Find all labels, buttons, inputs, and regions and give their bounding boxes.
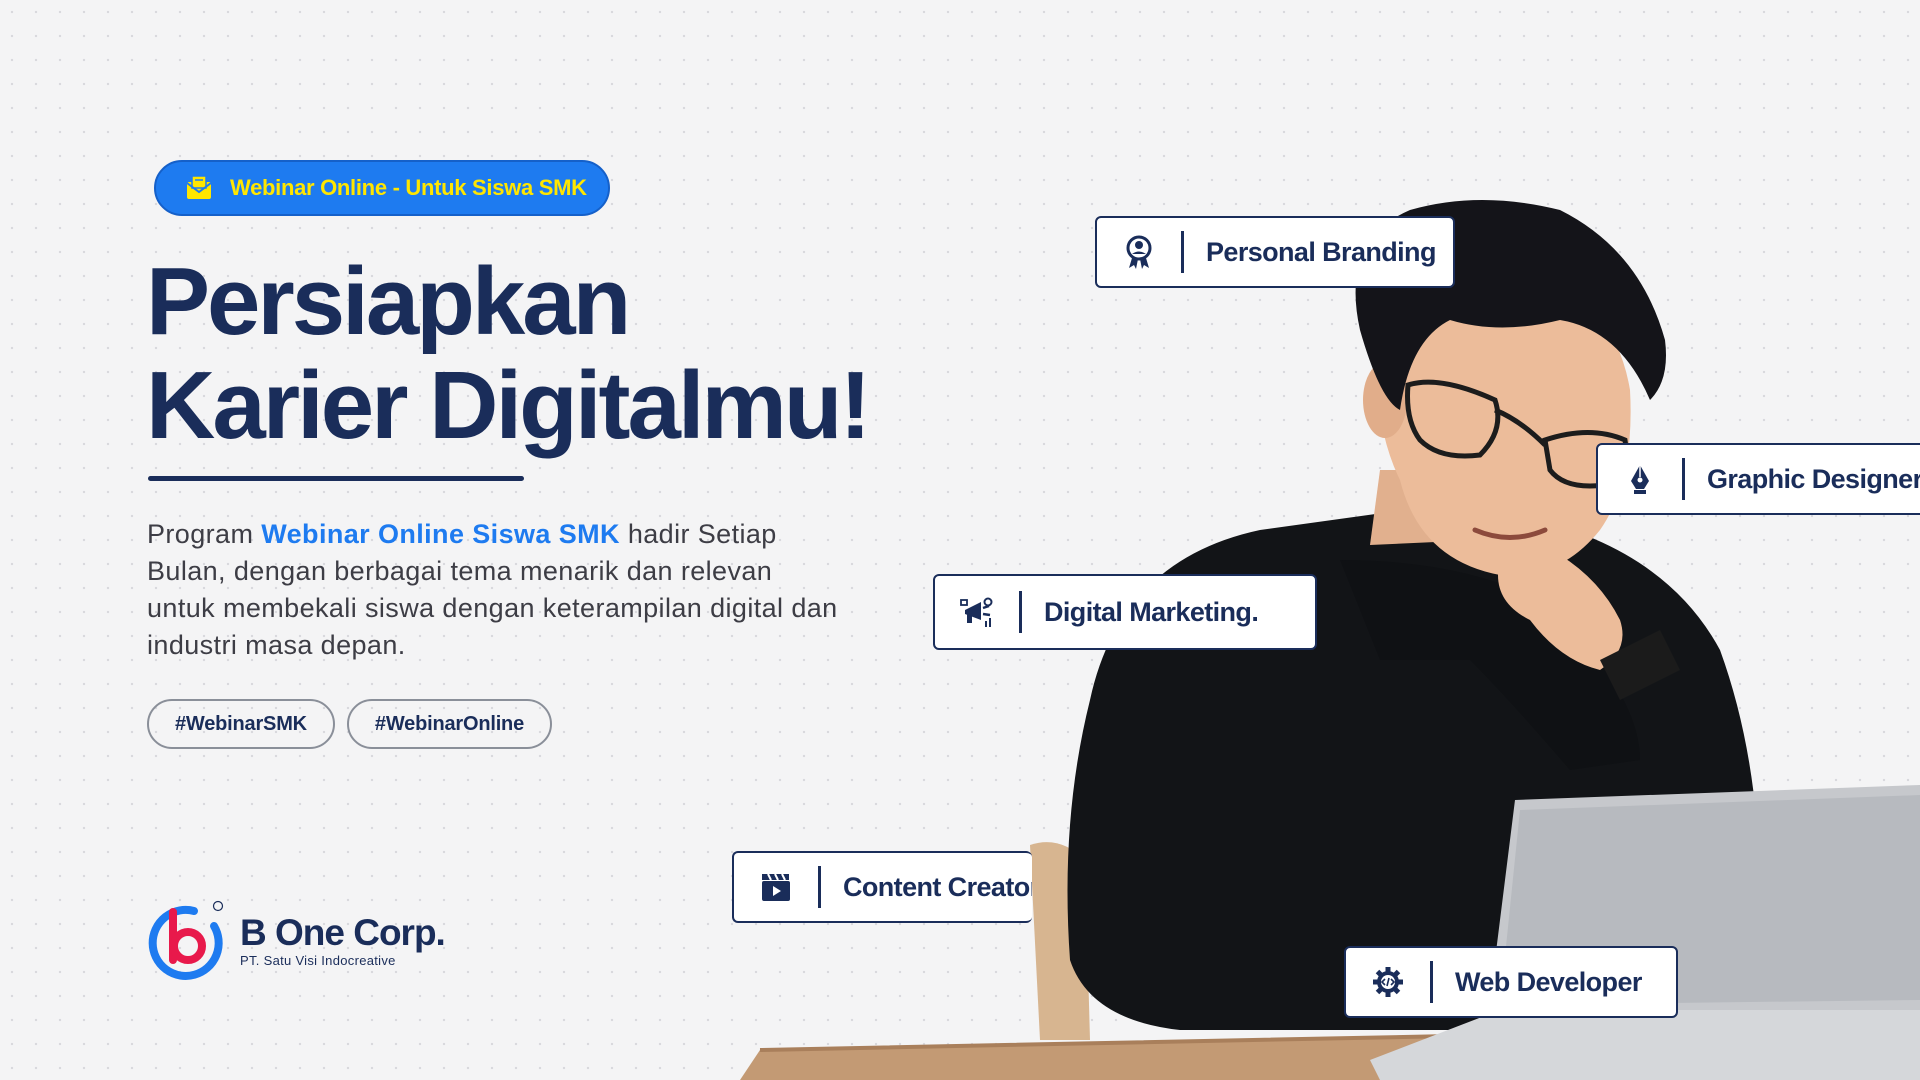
- page-title: Persiapkan Karier Digitalmu!: [146, 250, 966, 458]
- badge-label: Webinar Online - Untuk Siswa SMK: [230, 175, 587, 200]
- hashtag-pill[interactable]: #WebinarOnline: [346, 699, 552, 749]
- company-logo: B One Corp. PT. Satu Visi Indocreative: [144, 900, 446, 982]
- headline-line-1: Persiapkan: [146, 248, 631, 355]
- hashtag-pill[interactable]: #WebinarSMK: [147, 699, 335, 749]
- code-gear-icon: [1370, 964, 1406, 1000]
- topic-card-personal-branding[interactable]: Personal Branding: [1095, 216, 1455, 288]
- topic-label: Digital Marketing.: [1044, 596, 1259, 627]
- hashtag-list: #WebinarSMK #WebinarOnline: [147, 699, 552, 749]
- webinar-badge: Webinar Online - Untuk Siswa SMK: [154, 160, 610, 216]
- card-separator: [818, 866, 821, 908]
- topic-card-web-developer[interactable]: Web Developer: [1344, 946, 1678, 1018]
- program-description: Program Webinar Online Siswa SMK hadir S…: [147, 516, 847, 664]
- description-highlight: Webinar Online Siswa SMK: [261, 519, 620, 549]
- award-badge-icon: [1121, 234, 1157, 270]
- logo-name: B One Corp.: [240, 912, 446, 953]
- description-prefix: Program: [147, 519, 262, 549]
- topic-label: Web Developer: [1455, 966, 1642, 997]
- topic-label: Content Creator: [843, 871, 1032, 902]
- clapperboard-icon: [758, 869, 794, 905]
- topic-card-digital-marketing[interactable]: Digital Marketing.: [933, 574, 1317, 650]
- pen-tool-icon: [1622, 461, 1658, 497]
- topic-label: Graphic Designer: [1707, 463, 1920, 494]
- headline-divider: [148, 476, 524, 481]
- card-separator: [1682, 458, 1685, 500]
- b-one-logo-icon: [144, 900, 226, 982]
- logo-tagline: PT. Satu Visi Indocreative: [240, 953, 396, 968]
- topic-card-graphic-designer[interactable]: Graphic Designer: [1596, 443, 1920, 515]
- megaphone-icon: [959, 594, 995, 630]
- topic-card-content-creator[interactable]: Content Creator: [732, 851, 1032, 923]
- card-separator: [1181, 231, 1184, 273]
- card-separator: [1019, 591, 1022, 633]
- topic-label: Personal Branding: [1206, 236, 1436, 267]
- headline-line-2: Karier Digitalmu!: [146, 352, 871, 459]
- mail-icon: [184, 173, 214, 203]
- card-separator: [1430, 961, 1433, 1003]
